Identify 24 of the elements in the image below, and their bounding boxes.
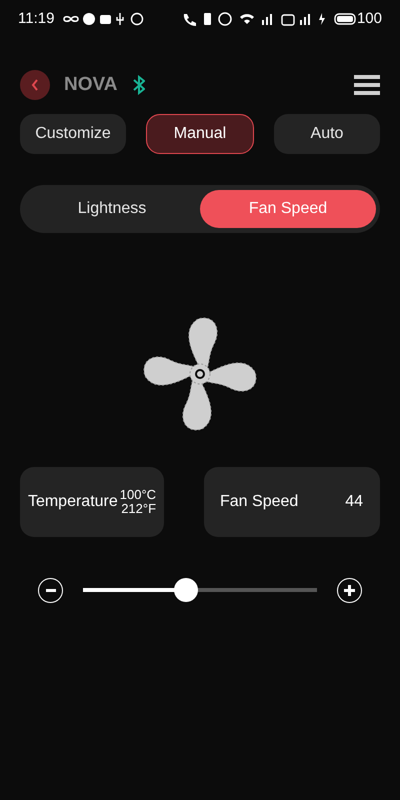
device-name: NOVA	[64, 72, 118, 97]
mode-tab[interactable]: Auto	[274, 114, 380, 154]
temperature-celsius: 100°C	[120, 488, 156, 502]
battery-level: 100	[356, 8, 382, 29]
minus-icon	[46, 588, 56, 592]
status-time: 11:19	[18, 8, 54, 29]
increase-button[interactable]	[337, 578, 362, 602]
back-icon	[30, 78, 40, 92]
card-label: Fan Speed	[220, 492, 298, 512]
menu-icon[interactable]	[354, 74, 380, 96]
plus-icon	[344, 584, 355, 596]
decrease-button[interactable]	[38, 578, 63, 602]
temperature-fahrenheit: 212°F	[120, 502, 156, 516]
battery-icon	[334, 13, 356, 25]
card-label: Temperature	[28, 492, 118, 512]
slider[interactable]	[83, 578, 317, 602]
back-button[interactable]	[20, 70, 50, 100]
fan-speed-value: 44	[345, 492, 363, 512]
bluetooth-icon	[133, 75, 146, 95]
segment-tab[interactable]: Lightness	[24, 190, 200, 228]
mode-tab[interactable]: Manual	[146, 114, 254, 154]
segment-tab[interactable]: Fan Speed	[200, 190, 376, 228]
mode-tab[interactable]: Customize	[20, 114, 126, 154]
slider-thumb[interactable]	[174, 578, 198, 602]
